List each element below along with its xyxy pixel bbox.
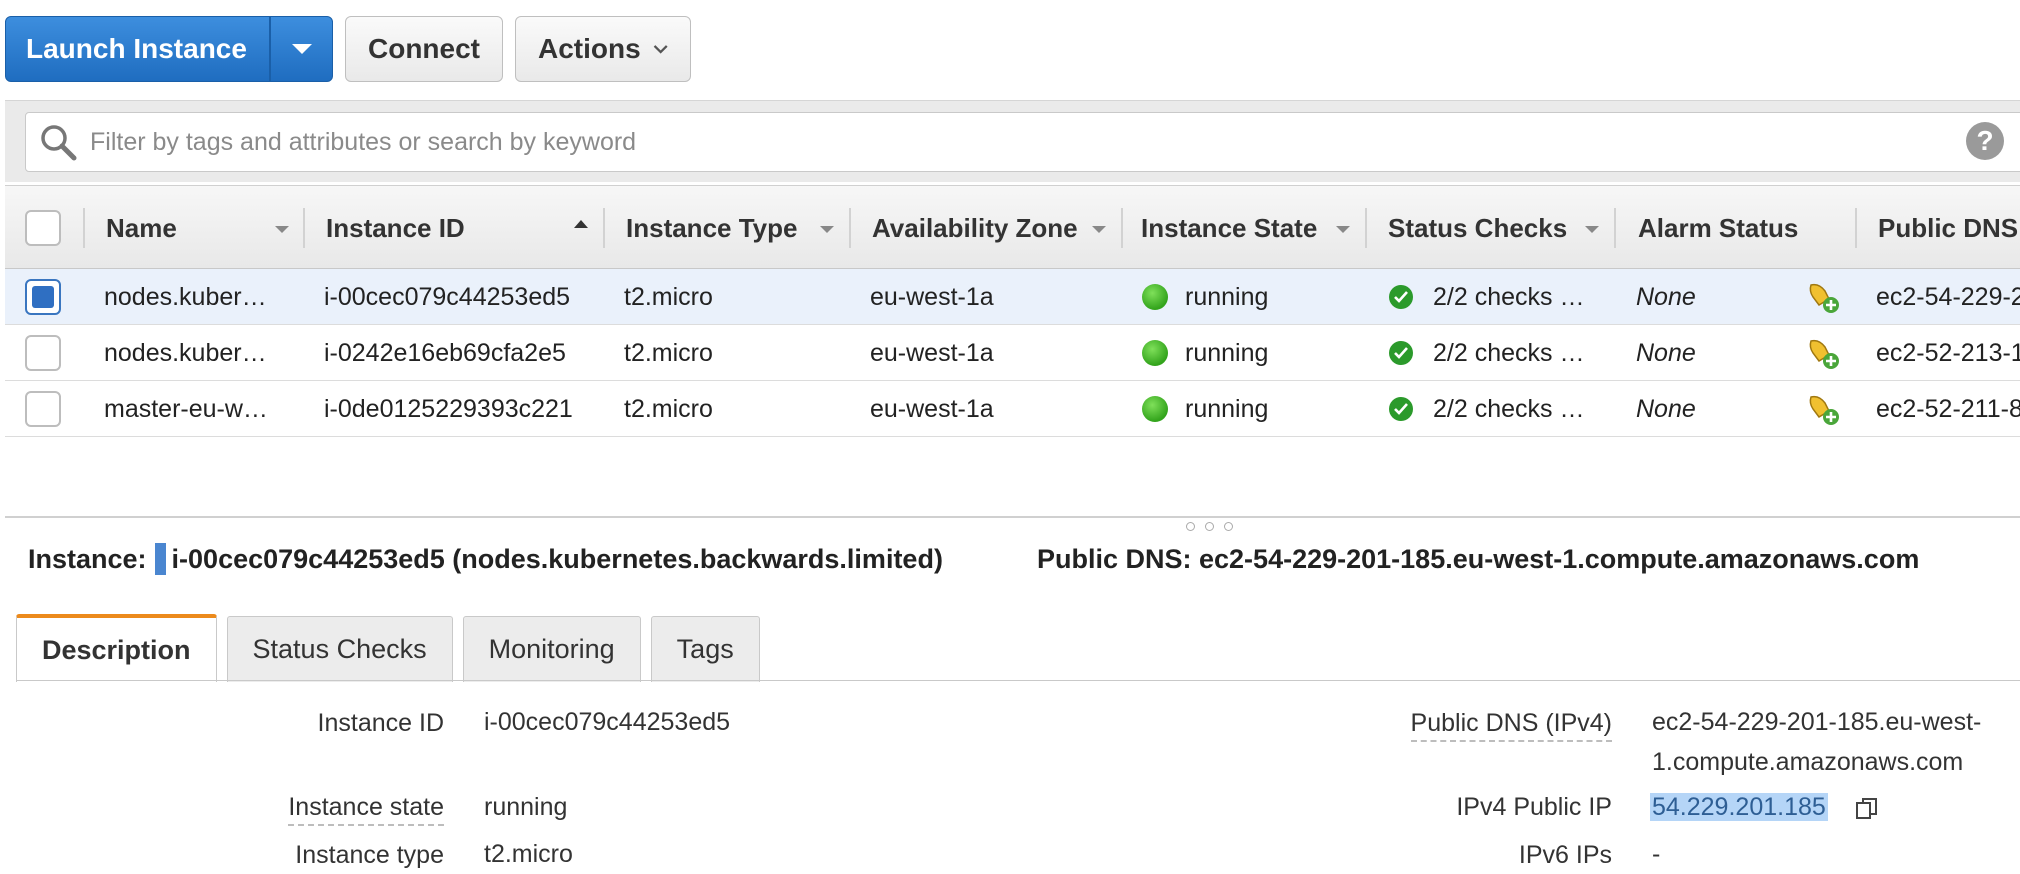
sort-caret-icon: [1336, 226, 1350, 233]
copy-icon[interactable]: [1854, 796, 1880, 822]
cell-public-dns: ec2-52-213-1: [1876, 338, 2020, 367]
detail-instance-header: Instance: i-00cec079c44253ed5 (nodes.kub…: [28, 538, 943, 580]
column-header-name[interactable]: Name: [106, 186, 177, 270]
tabs-divider: [16, 680, 2020, 681]
cell-instance-id: i-00cec079c44253ed5: [324, 282, 571, 311]
search-input[interactable]: Filter by tags and attributes or search …: [25, 112, 2020, 172]
cell-status-checks: 2/2 checks …: [1433, 338, 1585, 367]
actions-label: Actions: [538, 33, 641, 64]
tab-monitoring[interactable]: Monitoring: [462, 616, 641, 682]
label-ipv4-public-ip: IPv4 Public IP: [1456, 793, 1612, 821]
column-header-availability-zone[interactable]: Availability Zone: [872, 186, 1078, 270]
label-public-dns: Public DNS (IPv4): [1410, 709, 1612, 742]
detail-instance-text: i-00cec079c44253ed5 (nodes.kubernetes.ba…: [171, 543, 943, 574]
filter-bar: Filter by tags and attributes or search …: [5, 100, 2020, 182]
running-status-icon: [1142, 325, 1168, 381]
actions-button[interactable]: Actions: [515, 16, 691, 82]
search-icon: [41, 125, 77, 161]
cell-availability-zone: eu-west-1a: [870, 394, 994, 423]
column-header-status-checks[interactable]: Status Checks: [1388, 186, 1567, 270]
row-checkbox[interactable]: [25, 279, 61, 315]
search-placeholder: Filter by tags and attributes or search …: [90, 127, 637, 156]
column-header-public-dns[interactable]: Public DNS: [1878, 186, 2018, 270]
cell-status-checks: 2/2 checks …: [1433, 282, 1585, 311]
caret-down-icon: [291, 44, 312, 54]
running-status-icon: [1142, 269, 1168, 325]
label-instance-id: Instance ID: [317, 709, 444, 737]
sort-caret-icon: [1092, 226, 1106, 233]
cell-availability-zone: eu-west-1a: [870, 338, 994, 367]
value-ipv6-ips: -: [1652, 840, 1661, 868]
table-header: Name Instance ID Instance Type Availabil…: [5, 185, 2020, 269]
cell-instance-state: running: [1185, 394, 1269, 423]
value-instance-state: running: [484, 793, 568, 821]
row-checkbox[interactable]: [25, 391, 61, 427]
column-header-instance-type[interactable]: Instance Type: [626, 186, 797, 270]
create-alarm-icon[interactable]: [1805, 269, 1841, 325]
sort-caret-icon: [820, 226, 834, 233]
table-row[interactable]: master-eu-w… i-0de0125229393c221 t2.micr…: [5, 381, 2020, 437]
cell-availability-zone: eu-west-1a: [870, 282, 994, 311]
detail-instance-label: Instance:: [28, 543, 147, 574]
sort-ascending-icon: [574, 220, 588, 228]
instances-table: Name Instance ID Instance Type Availabil…: [5, 185, 2020, 437]
check-passed-icon: [1389, 269, 1413, 325]
tab-description[interactable]: Description: [16, 614, 217, 682]
launch-instance-dropdown-button[interactable]: [269, 17, 332, 81]
sort-caret-icon: [1585, 226, 1599, 233]
label-instance-type: Instance type: [295, 841, 444, 869]
value-instance-id: i-00cec079c44253ed5: [484, 708, 731, 736]
check-passed-icon: [1389, 325, 1413, 381]
value-ipv4-public-ip[interactable]: 54.229.201.185: [1650, 788, 1828, 827]
cell-name: nodes.kuber…: [104, 282, 267, 311]
cell-instance-id: i-0242e16eb69cfa2e5: [324, 338, 566, 367]
cell-instance-state: running: [1185, 338, 1269, 367]
cell-instance-type: t2.micro: [624, 282, 713, 311]
pane-splitter[interactable]: [5, 516, 2020, 518]
value-public-dns-line2: 1.compute.amazonaws.com: [1652, 748, 1964, 776]
cell-instance-type: t2.micro: [624, 338, 713, 367]
launch-instance-split-button: Launch Instance: [5, 16, 333, 82]
splitter-grip-icon[interactable]: [1186, 522, 1233, 531]
label-instance-state: Instance state: [288, 793, 444, 826]
cell-public-dns: ec2-52-211-8: [1876, 394, 2020, 423]
label-ipv6-ips: IPv6 IPs: [1518, 841, 1612, 869]
value-public-dns-line1: ec2-54-229-201-185.eu-west-: [1652, 708, 1982, 736]
launch-instance-button[interactable]: Launch Instance: [6, 17, 269, 81]
detail-public-dns: Public DNS: ec2-54-229-201-185.eu-west-1…: [1037, 543, 1920, 574]
select-all-checkbox[interactable]: [25, 210, 61, 246]
sort-caret-icon: [275, 226, 289, 233]
toolbar: Launch Instance Connect Actions: [5, 16, 691, 82]
tab-tags[interactable]: Tags: [650, 616, 760, 682]
detail-tabs: Description Status Checks Monitoring Tag…: [16, 614, 760, 682]
check-passed-icon: [1389, 381, 1413, 437]
cell-instance-type: t2.micro: [624, 394, 713, 423]
column-header-instance-id[interactable]: Instance ID: [326, 186, 465, 270]
running-status-icon: [1142, 381, 1168, 437]
selection-marker: [154, 543, 166, 575]
cell-name: nodes.kuber…: [104, 338, 267, 367]
chevron-down-icon: [653, 45, 668, 54]
create-alarm-icon[interactable]: [1805, 325, 1841, 381]
cell-alarm-status: None: [1636, 282, 1696, 311]
table-row[interactable]: nodes.kuber… i-00cec079c44253ed5 t2.micr…: [5, 269, 2020, 325]
cell-instance-id: i-0de0125229393c221: [324, 394, 573, 423]
cell-name: master-eu-w…: [104, 394, 268, 423]
column-header-instance-state[interactable]: Instance State: [1141, 186, 1317, 270]
row-checkbox[interactable]: [25, 335, 61, 371]
cell-alarm-status: None: [1636, 394, 1696, 423]
column-header-alarm-status[interactable]: Alarm Status: [1638, 186, 1798, 270]
help-icon[interactable]: ?: [1966, 122, 2004, 160]
table-row[interactable]: nodes.kuber… i-0242e16eb69cfa2e5 t2.micr…: [5, 325, 2020, 381]
create-alarm-icon[interactable]: [1805, 381, 1841, 437]
cell-instance-state: running: [1185, 282, 1269, 311]
cell-alarm-status: None: [1636, 338, 1696, 367]
connect-button[interactable]: Connect: [345, 16, 503, 82]
value-instance-type: t2.micro: [484, 840, 573, 868]
tab-status-checks[interactable]: Status Checks: [226, 616, 453, 682]
cell-status-checks: 2/2 checks …: [1433, 394, 1585, 423]
ipv4-selected-text[interactable]: 54.229.201.185: [1650, 793, 1828, 821]
cell-public-dns: ec2-54-229-2: [1876, 282, 2020, 311]
